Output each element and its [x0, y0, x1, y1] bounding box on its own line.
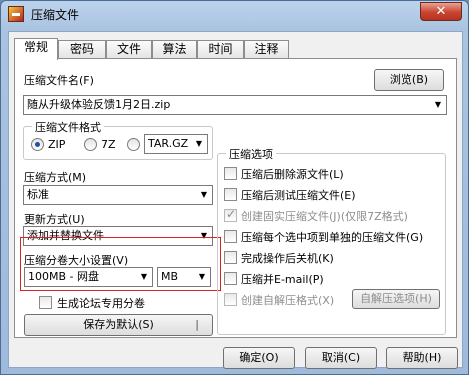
help-button[interactable]: 帮助(H) — [386, 347, 458, 369]
split-size-value: 100MB - 网盘 — [28, 270, 99, 283]
method-label: 压缩方式(M) — [24, 171, 87, 184]
checkmark-icon: ✓ — [226, 207, 237, 221]
format-targz-radio[interactable] — [127, 138, 140, 151]
title-bar[interactable]: 压缩文件 ✕ — [1, 1, 468, 27]
options-group-legend: 压缩选项 — [226, 146, 276, 162]
split-size-select[interactable]: 100MB - 网盘 ▼ — [24, 267, 153, 287]
format-group: 压缩文件格式 ZIP 7Z TAR.GZ ▼ — [23, 119, 213, 160]
chevron-down-icon[interactable]: ▼ — [430, 96, 446, 114]
method-select[interactable]: 标准 ▼ — [23, 185, 213, 205]
format-7z-radio[interactable] — [84, 138, 97, 151]
separate-archives-label[interactable]: 压缩每个选中项到单独的压缩文件(G) — [241, 229, 423, 245]
radio-selected-dot — [35, 142, 40, 147]
tab-time[interactable]: 时间 — [197, 40, 244, 59]
save-default-label: 保存为默认(S) — [83, 318, 154, 331]
split-unit-value: MB — [161, 270, 179, 283]
dialog-body: 常规 密码 文件 算法 时间 注释 压缩文件名(F) 浏览(B) 随从升级体验反… — [8, 31, 463, 369]
forum-split-label[interactable]: 生成论坛专用分卷 — [57, 295, 145, 311]
separate-archives-checkbox[interactable] — [224, 230, 237, 243]
archive-name-value: 随从升级体验反馈1月2日.zip — [27, 98, 171, 111]
chevron-down-icon[interactable]: ▼ — [191, 135, 207, 153]
format-zip-label[interactable]: ZIP — [48, 138, 65, 151]
method-select-value: 标准 — [27, 188, 49, 201]
tab-files[interactable]: 文件 — [106, 40, 152, 59]
browse-button[interactable]: 浏览(B) — [374, 69, 444, 91]
chevron-down-icon[interactable]: ▼ — [196, 186, 212, 204]
tab-password[interactable]: 密码 — [58, 40, 106, 59]
tab-comment[interactable]: 注释 — [244, 40, 289, 59]
tab-general[interactable]: 常规 — [14, 38, 58, 60]
archive-name-label: 压缩文件名(F) — [24, 74, 94, 87]
split-button-divider: | — [195, 318, 199, 331]
compress-dialog: 压缩文件 ✕ 常规 密码 文件 算法 时间 注释 压缩文件名(F) 浏览(B) … — [0, 0, 469, 375]
shutdown-label[interactable]: 完成操作后关机(K) — [241, 250, 334, 266]
targz-select[interactable]: TAR.GZ ▼ — [144, 134, 208, 154]
archive-app-icon — [8, 6, 24, 22]
sfx-label: 创建自解压格式(X) — [241, 294, 335, 307]
delete-source-checkbox[interactable] — [224, 167, 237, 180]
test-archive-label[interactable]: 压缩后测试压缩文件(E) — [241, 187, 356, 203]
shutdown-checkbox[interactable] — [224, 251, 237, 264]
save-default-button[interactable]: 保存为默认(S) | — [24, 314, 213, 336]
split-size-label: 压缩分卷大小设置(V) — [24, 254, 129, 267]
window-title: 压缩文件 — [31, 8, 80, 22]
forum-split-checkbox[interactable] — [39, 296, 52, 309]
solid-archive-label: 创建固实压缩文件(J)(仅限7Z格式) — [241, 210, 408, 223]
format-zip-radio[interactable] — [31, 138, 44, 151]
format-group-legend: 压缩文件格式 — [32, 119, 104, 135]
targz-select-value: TAR.GZ — [148, 137, 189, 150]
email-label[interactable]: 压缩并E-mail(P) — [241, 271, 324, 287]
tab-algorithm[interactable]: 算法 — [152, 40, 197, 59]
close-button[interactable]: ✕ — [420, 2, 462, 21]
sfx-checkbox — [224, 293, 237, 306]
sfx-options-button: 自解压选项(H) — [352, 289, 440, 309]
archive-name-input[interactable]: 随从升级体验反馈1月2日.zip ▼ — [23, 95, 447, 115]
general-panel: 压缩文件名(F) 浏览(B) 随从升级体验反馈1月2日.zip ▼ 压缩文件格式… — [14, 58, 457, 338]
ok-button[interactable]: 确定(O) — [223, 347, 295, 369]
format-7z-label[interactable]: 7Z — [101, 138, 116, 151]
delete-source-label[interactable]: 压缩后删除源文件(L) — [241, 166, 344, 182]
split-unit-select[interactable]: MB ▼ — [157, 267, 211, 287]
update-label: 更新方式(U) — [24, 213, 85, 226]
chevron-down-icon[interactable]: ▼ — [136, 268, 152, 286]
email-checkbox[interactable] — [224, 272, 237, 285]
solid-archive-checkbox: ✓ — [224, 207, 237, 222]
chevron-down-icon[interactable]: ▼ — [194, 268, 210, 286]
test-archive-checkbox[interactable] — [224, 188, 237, 201]
cancel-button[interactable]: 取消(C) — [305, 347, 377, 369]
